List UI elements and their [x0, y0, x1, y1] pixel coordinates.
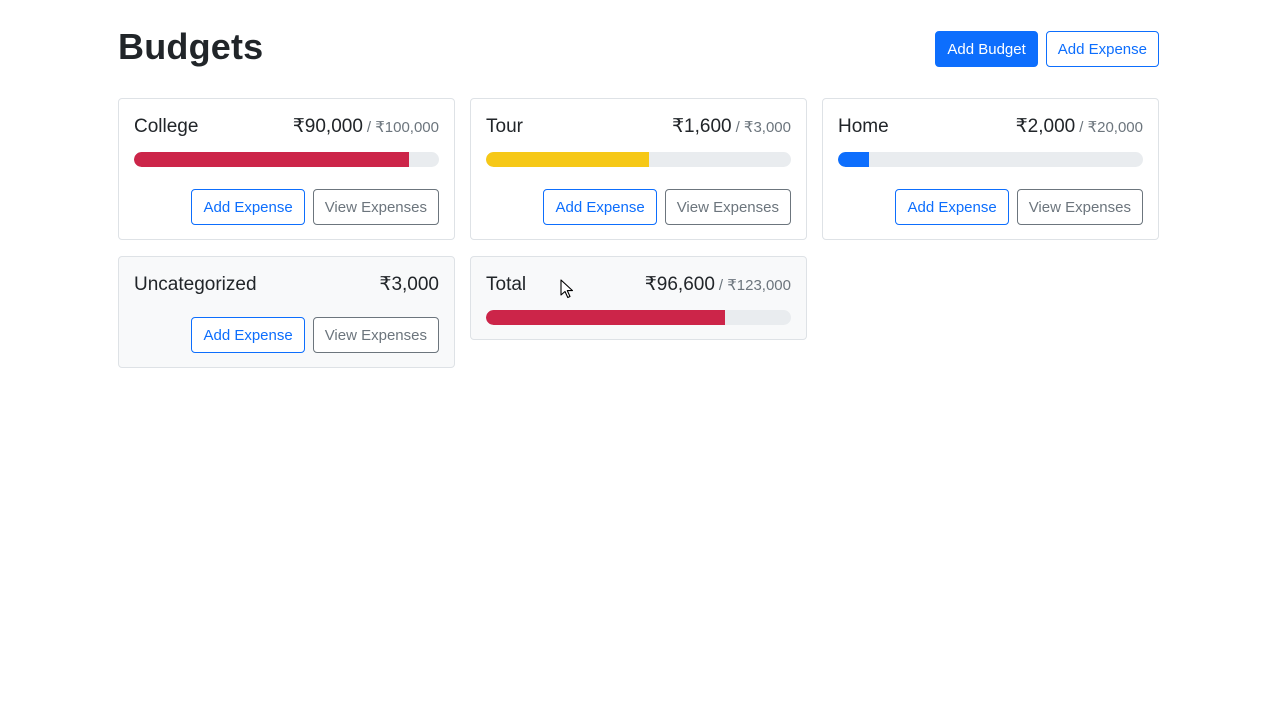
budget-card-total: Total ₹96,600 / ₹123,000 [470, 256, 807, 340]
card-actions: Add Expense View Expenses [895, 189, 1143, 225]
card-view-expenses-button[interactable]: View Expenses [312, 317, 439, 353]
budget-amount: ₹1,600 / ₹3,000 [672, 115, 791, 138]
budget-progress-bar [486, 152, 649, 167]
page-title: Budgets [118, 26, 264, 67]
budget-card-uncategorized: Uncategorized ₹3,000 Add Expense View Ex… [118, 256, 455, 368]
budget-amount: ₹3,000 [379, 273, 439, 296]
card-title-row: Total ₹96,600 / ₹123,000 [486, 273, 791, 299]
card-view-expenses-button[interactable]: View Expenses [1016, 189, 1143, 225]
add-budget-button[interactable]: Add Budget [935, 31, 1038, 67]
budget-progress-bar [134, 152, 409, 167]
budget-progress-bar [486, 310, 726, 325]
budget-card-tour: Tour ₹1,600 / ₹3,000 Add Expense View Ex… [470, 98, 807, 240]
card-add-expense-button[interactable]: Add Expense [191, 189, 305, 225]
spent-amount: ₹3,000 [379, 274, 439, 295]
budget-card-home: Home ₹2,000 / ₹20,000 Add Expense View E… [822, 98, 1159, 240]
budget-name: College [134, 116, 199, 137]
budget-amount: ₹2,000 / ₹20,000 [1016, 115, 1143, 138]
card-actions: Add Expense View Expenses [191, 317, 439, 353]
spent-amount: ₹96,600 [644, 274, 715, 295]
card-add-expense-button[interactable]: Add Expense [895, 189, 1009, 225]
max-amount: / ₹123,000 [718, 277, 791, 294]
budget-progress [134, 152, 439, 167]
card-add-expense-button[interactable]: Add Expense [543, 189, 657, 225]
card-add-expense-button[interactable]: Add Expense [191, 317, 305, 353]
spent-amount: ₹90,000 [292, 116, 363, 137]
card-title-row: College ₹90,000 / ₹100,000 [134, 115, 439, 141]
max-amount: / ₹20,000 [1079, 119, 1143, 136]
budget-name: Total [486, 274, 527, 295]
budget-name: Tour [486, 116, 523, 137]
budget-progress [486, 310, 791, 325]
card-title-row: Tour ₹1,600 / ₹3,000 [486, 115, 791, 141]
add-expense-button[interactable]: Add Expense [1045, 31, 1159, 67]
budget-card-college: College ₹90,000 / ₹100,000 Add Expense V… [118, 98, 455, 240]
spent-amount: ₹1,600 [671, 116, 732, 137]
card-actions: Add Expense View Expenses [191, 189, 439, 225]
budget-name: Home [838, 116, 889, 137]
max-amount: / ₹3,000 [735, 119, 791, 136]
budget-progress-bar [838, 152, 869, 167]
page-header: Budgets Add Budget Add Expense [118, 26, 1159, 70]
max-amount: / ₹100,000 [366, 119, 439, 136]
budget-amount: ₹96,600 / ₹123,000 [645, 273, 791, 296]
card-title-row: Uncategorized ₹3,000 [134, 273, 439, 299]
budget-amount: ₹90,000 / ₹100,000 [293, 115, 439, 138]
card-title-row: Home ₹2,000 / ₹20,000 [838, 115, 1143, 141]
budget-progress [486, 152, 791, 167]
card-view-expenses-button[interactable]: View Expenses [664, 189, 791, 225]
mouse-cursor-icon [560, 279, 574, 299]
card-view-expenses-button[interactable]: View Expenses [312, 189, 439, 225]
header-actions: Add Budget Add Expense [935, 31, 1159, 67]
spent-amount: ₹2,000 [1015, 116, 1076, 137]
budget-name: Uncategorized [134, 274, 257, 295]
card-actions: Add Expense View Expenses [543, 189, 791, 225]
budget-progress [838, 152, 1143, 167]
